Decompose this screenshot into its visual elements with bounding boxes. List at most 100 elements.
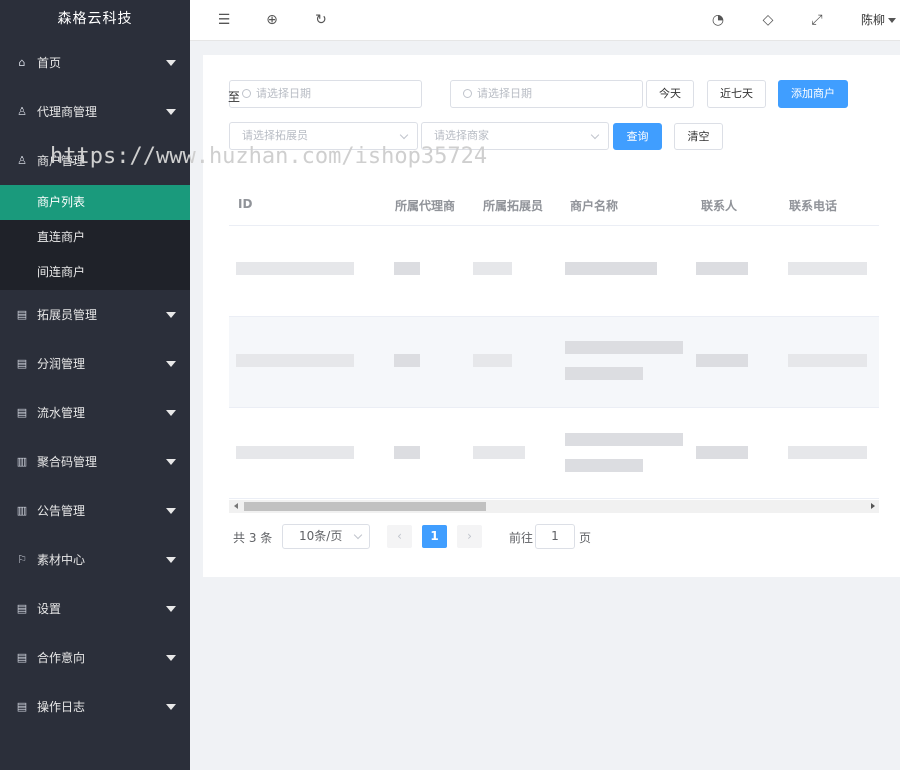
caret-down-icon: [166, 703, 176, 710]
clipboard-icon: ▤: [16, 601, 28, 615]
sidebar-item-materials[interactable]: ⚐ 素材中心: [0, 535, 190, 584]
caret-down-icon: [166, 458, 176, 465]
goto-label: 前往: [509, 531, 534, 545]
add-merchant-button[interactable]: 添加商户: [778, 80, 848, 108]
sidebar-item-label: 素材中心: [37, 553, 86, 567]
column-header-contact: 联系人: [701, 199, 738, 213]
goto-page-input[interactable]: 1: [535, 524, 575, 549]
redacted-cell: [473, 354, 512, 367]
redacted-cell: [394, 262, 420, 275]
sidebar-item-label: 设置: [37, 602, 62, 616]
next-page-button[interactable]: ›: [457, 525, 482, 548]
sidebar-item-home[interactable]: ⌂ 首页: [0, 38, 190, 87]
clipboard-icon: ▤: [16, 356, 28, 370]
submenu-indirect-merchants[interactable]: 间连商户: [0, 255, 190, 290]
page-size-value: 10条/页: [299, 529, 343, 543]
fullscreen-icon[interactable]: ⤢: [808, 11, 826, 29]
sidebar-item-label: 商户管理: [37, 154, 86, 168]
redacted-cell: [788, 446, 867, 459]
clipboard-icon: ▤: [16, 307, 28, 321]
redacted-cell: [696, 354, 748, 367]
submenu-direct-merchants[interactable]: 直连商户: [0, 220, 190, 255]
sidebar-item-label: 聚合码管理: [37, 455, 98, 469]
sidebar-item-logs[interactable]: ▤ 操作日志: [0, 682, 190, 731]
sidebar-item-label: 合作意向: [37, 651, 86, 665]
top-header: ☰ ⊕ ↻ ◔ ◇ ⤢ 陈柳: [190, 0, 900, 41]
redacted-cell: [788, 262, 867, 275]
date-end-placeholder: 请选择日期: [477, 87, 532, 100]
chevron-down-icon: [590, 130, 600, 140]
prev-page-button[interactable]: ‹: [387, 525, 412, 548]
scroll-right-arrow-icon[interactable]: [871, 503, 875, 509]
sidebar-item-label: 代理商管理: [37, 105, 98, 119]
table-row[interactable]: [229, 226, 879, 317]
column-header-id: ID: [238, 197, 253, 211]
page-size-select[interactable]: 10条/页: [282, 524, 370, 549]
redacted-cell: [696, 446, 748, 459]
caret-down-icon: [166, 605, 176, 612]
user-menu[interactable]: 陈柳: [861, 11, 896, 28]
sidebar-item-qrcodes[interactable]: ▥ 聚合码管理: [0, 437, 190, 486]
redacted-cell: [565, 367, 643, 380]
clear-button[interactable]: 清空: [674, 123, 723, 150]
redacted-cell: [394, 354, 420, 367]
caret-down-icon: [166, 360, 176, 367]
sidebar-item-cooperation[interactable]: ▤ 合作意向: [0, 633, 190, 682]
redacted-cell: [473, 262, 512, 275]
date-end-picker[interactable]: 请选择日期: [450, 80, 643, 108]
scroll-left-arrow-icon[interactable]: [234, 503, 238, 509]
caret-down-icon: [166, 556, 176, 563]
brand-title: 森格云科技: [57, 11, 133, 27]
sidebar-item-transactions[interactable]: ▤ 流水管理: [0, 388, 190, 437]
submenu-merchant-list[interactable]: 商户列表: [0, 185, 190, 220]
chevron-down-icon: [399, 130, 409, 140]
user-icon: ♙: [17, 153, 27, 167]
page-number-button[interactable]: 1: [422, 525, 447, 548]
palette-icon[interactable]: ◔: [709, 11, 727, 29]
sidebar-item-profit[interactable]: ▤ 分润管理: [0, 339, 190, 388]
redacted-cell: [565, 341, 683, 354]
merchant-select[interactable]: 请选择商家: [421, 122, 609, 150]
user-name: 陈柳: [860, 13, 885, 27]
sidebar-item-label: 公告管理: [37, 504, 86, 518]
sidebar-item-label: 操作日志: [37, 700, 86, 714]
sidebar-item-promoters[interactable]: ▤ 拓展员管理: [0, 290, 190, 339]
sidebar-item-notices[interactable]: ▥ 公告管理: [0, 486, 190, 535]
today-button[interactable]: 今天: [646, 80, 694, 108]
search-button[interactable]: 查询: [613, 123, 662, 150]
menu-fold-icon[interactable]: ☰: [215, 11, 233, 29]
last-seven-days-button[interactable]: 近七天: [707, 80, 766, 108]
refresh-icon[interactable]: ↻: [312, 11, 330, 29]
caret-down-icon: [166, 108, 176, 115]
sidebar-item-agents[interactable]: ♙ 代理商管理: [0, 87, 190, 136]
date-start-placeholder: 请选择日期: [256, 87, 311, 100]
promoter-placeholder: 请选择拓展员: [242, 129, 308, 142]
redacted-cell: [473, 446, 525, 459]
scrollbar-thumb[interactable]: [244, 502, 486, 511]
redacted-cell: [236, 354, 354, 367]
table-row[interactable]: [229, 317, 879, 408]
sidebar-item-merchants[interactable]: ♙ 商户管理: [0, 136, 190, 185]
caret-down-icon: [166, 59, 176, 66]
clock-icon: [463, 89, 472, 98]
globe-icon[interactable]: ⊕: [263, 11, 281, 29]
sidebar-item-settings[interactable]: ▤ 设置: [0, 584, 190, 633]
table-row[interactable]: [229, 408, 879, 499]
redacted-cell: [565, 433, 683, 446]
tag-icon[interactable]: ◇: [759, 11, 777, 29]
column-header-promoter: 所属拓展员: [483, 199, 544, 213]
column-header-merchant-name: 商户名称: [570, 199, 619, 213]
caret-down-icon: [166, 507, 176, 514]
user-icon: ♙: [17, 104, 27, 118]
table-horizontal-scrollbar[interactable]: [229, 500, 879, 513]
promoter-select[interactable]: 请选择拓展员: [229, 122, 418, 150]
redacted-cell: [696, 262, 748, 275]
caret-down-icon: [166, 311, 176, 318]
redacted-cell: [565, 262, 657, 275]
date-start-picker[interactable]: 请选择日期: [229, 80, 422, 108]
redacted-cell: [236, 262, 354, 275]
chevron-down-icon: [353, 530, 363, 540]
clipboard-icon: ▤: [16, 405, 28, 419]
sidebar: 森格云科技 ⌂ 首页 ♙ 代理商管理 ♙ 商户管理 商户列表 直连商户 间连商户…: [0, 0, 190, 770]
book-icon: ▥: [16, 454, 28, 468]
